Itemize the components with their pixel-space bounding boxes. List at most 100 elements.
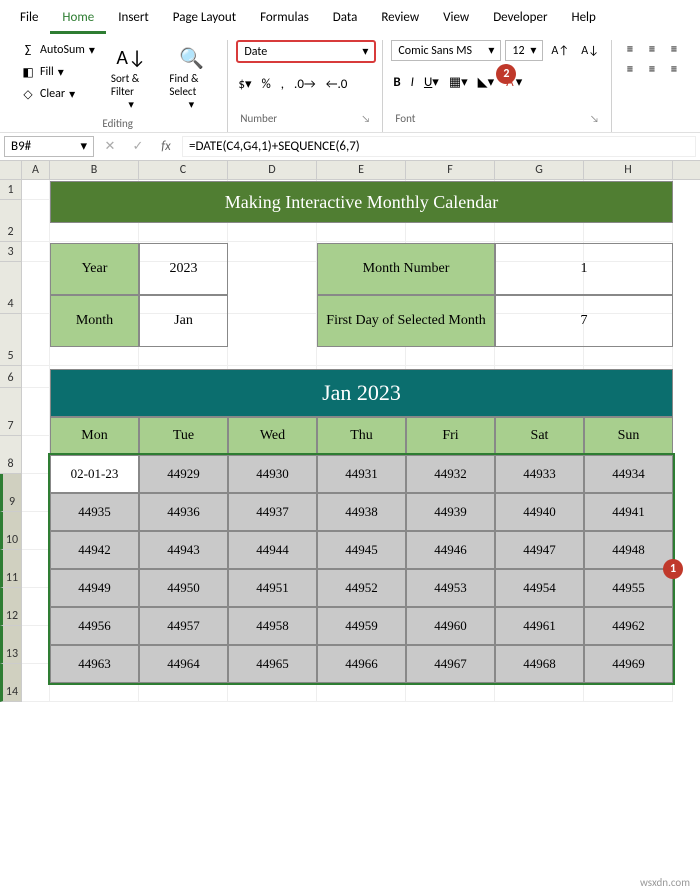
calendar-cell[interactable]: 44967 (406, 645, 495, 683)
row-header[interactable]: 7 (0, 388, 22, 436)
row-header[interactable]: 3 (0, 242, 22, 262)
calendar-cell[interactable]: 44958 (228, 607, 317, 645)
calendar-body[interactable]: 02-01-2344929449304493144932449334493444… (50, 455, 673, 683)
increase-font-icon[interactable]: A↑ (547, 40, 573, 61)
calendar-cell[interactable]: 44931 (317, 455, 406, 493)
row-header[interactable]: 11 (0, 550, 22, 588)
calendar-cell[interactable]: 44942 (50, 531, 139, 569)
calendar-cell[interactable]: 44966 (317, 645, 406, 683)
calendar-cell[interactable]: 44959 (317, 607, 406, 645)
menu-file[interactable]: File (8, 4, 50, 34)
col-header[interactable]: H (584, 161, 673, 179)
calendar-cell[interactable]: 44957 (139, 607, 228, 645)
calendar-cell[interactable]: 44934 (584, 455, 673, 493)
calendar-cell[interactable]: 44938 (317, 493, 406, 531)
calendar-cell[interactable]: 44948 (584, 531, 673, 569)
bold-button[interactable]: B (391, 73, 402, 92)
row-header[interactable]: 4 (0, 262, 22, 314)
decrease-font-icon[interactable]: A↓ (577, 40, 603, 61)
row-header[interactable]: 13 (0, 626, 22, 664)
menu-review[interactable]: Review (369, 4, 431, 34)
row-header[interactable]: 14 (0, 664, 22, 702)
row-header[interactable]: 8 (0, 436, 22, 474)
menu-data[interactable]: Data (321, 4, 370, 34)
calendar-cell[interactable]: 44951 (228, 569, 317, 607)
calendar-cell[interactable]: 44969 (584, 645, 673, 683)
dialog-launcher-icon[interactable]: ↘ (590, 112, 599, 125)
menu-page-layout[interactable]: Page Layout (161, 4, 248, 34)
col-header[interactable]: F (406, 161, 495, 179)
col-header[interactable]: G (495, 161, 584, 179)
calendar-cell[interactable]: 44946 (406, 531, 495, 569)
clear-button[interactable]: ◇Clear▾ (16, 84, 99, 104)
row-header[interactable]: 9 (0, 474, 22, 512)
align-bottom-icon[interactable]: ≡ (664, 40, 684, 58)
sort-filter-button[interactable]: A↓ Sort & Filter▾ (105, 40, 157, 115)
row-header[interactable]: 2 (0, 200, 22, 242)
enter-formula-icon[interactable]: ✓ (126, 139, 150, 154)
calendar-cell[interactable]: 02-01-23 (50, 455, 139, 493)
menu-help[interactable]: Help (559, 4, 607, 34)
menu-home[interactable]: Home (50, 4, 106, 34)
calendar-cell[interactable]: 44949 (50, 569, 139, 607)
autosum-button[interactable]: ∑AutoSum▾ (16, 40, 99, 60)
align-top-icon[interactable]: ≡ (620, 40, 640, 58)
row-header[interactable]: 12 (0, 588, 22, 626)
dialog-launcher-icon[interactable]: ↘ (362, 112, 371, 125)
calendar-cell[interactable]: 44962 (584, 607, 673, 645)
calendar-cell[interactable]: 44930 (228, 455, 317, 493)
calendar-cell[interactable]: 44943 (139, 531, 228, 569)
calendar-cell[interactable]: 44933 (495, 455, 584, 493)
calendar-cell[interactable]: 44961 (495, 607, 584, 645)
underline-button[interactable]: U▾ (422, 73, 441, 92)
align-middle-icon[interactable]: ≡ (642, 40, 662, 58)
find-select-button[interactable]: 🔍 Find & Select▾ (163, 40, 219, 115)
calendar-cell[interactable]: 44932 (406, 455, 495, 493)
calendar-cell[interactable]: 44968 (495, 645, 584, 683)
calendar-cell[interactable]: 44952 (317, 569, 406, 607)
menu-insert[interactable]: Insert (106, 4, 161, 34)
calendar-cell[interactable]: 44944 (228, 531, 317, 569)
border-button[interactable]: ▦▾ (447, 73, 470, 92)
row-header[interactable]: 5 (0, 314, 22, 366)
calendar-cell[interactable]: 44939 (406, 493, 495, 531)
col-header[interactable] (0, 161, 22, 179)
comma-icon[interactable]: , (279, 75, 286, 94)
formula-input[interactable]: =DATE(C4,G4,1)+SEQUENCE(6,7) (182, 136, 696, 157)
year-value[interactable]: 2023 (139, 243, 228, 295)
calendar-cell[interactable]: 44964 (139, 645, 228, 683)
fx-icon[interactable]: fx (154, 139, 178, 154)
row-header[interactable]: 6 (0, 366, 22, 388)
firstday-value[interactable]: 7 (495, 295, 673, 347)
col-header[interactable]: D (228, 161, 317, 179)
calendar-cell[interactable]: 44954 (495, 569, 584, 607)
align-right-icon[interactable]: ≡ (664, 60, 684, 78)
col-header[interactable]: A (22, 161, 50, 179)
calendar-cell[interactable]: 44953 (406, 569, 495, 607)
decrease-decimal-icon[interactable]: ←.0 (324, 75, 350, 94)
calendar-cell[interactable]: 44929 (139, 455, 228, 493)
row-header[interactable]: 10 (0, 512, 22, 550)
menu-developer[interactable]: Developer (481, 4, 559, 34)
col-header[interactable]: B (50, 161, 139, 179)
font-size-dropdown[interactable]: 12▾ (505, 40, 543, 61)
calendar-cell[interactable]: 44945 (317, 531, 406, 569)
font-name-dropdown[interactable]: Comic Sans MS▾ (391, 40, 501, 61)
calendar-cell[interactable]: 44963 (50, 645, 139, 683)
row-header[interactable]: 1 (0, 180, 22, 200)
currency-icon[interactable]: $▾ (236, 75, 253, 94)
fill-color-button[interactable]: ◣▾ (476, 73, 497, 92)
name-box[interactable]: B9#▾ (4, 136, 94, 157)
increase-decimal-icon[interactable]: .0→ (292, 75, 318, 94)
calendar-cell[interactable]: 44935 (50, 493, 139, 531)
calendar-cell[interactable]: 44955 (584, 569, 673, 607)
fill-button[interactable]: ◧Fill▾ (16, 62, 99, 82)
align-center-icon[interactable]: ≡ (642, 60, 662, 78)
italic-button[interactable]: I (409, 73, 416, 92)
menu-formulas[interactable]: Formulas (248, 4, 321, 34)
col-header[interactable]: E (317, 161, 406, 179)
calendar-cell[interactable]: 44937 (228, 493, 317, 531)
number-format-dropdown[interactable]: Date▾ (236, 40, 376, 63)
align-left-icon[interactable]: ≡ (620, 60, 640, 78)
calendar-cell[interactable]: 44941 (584, 493, 673, 531)
